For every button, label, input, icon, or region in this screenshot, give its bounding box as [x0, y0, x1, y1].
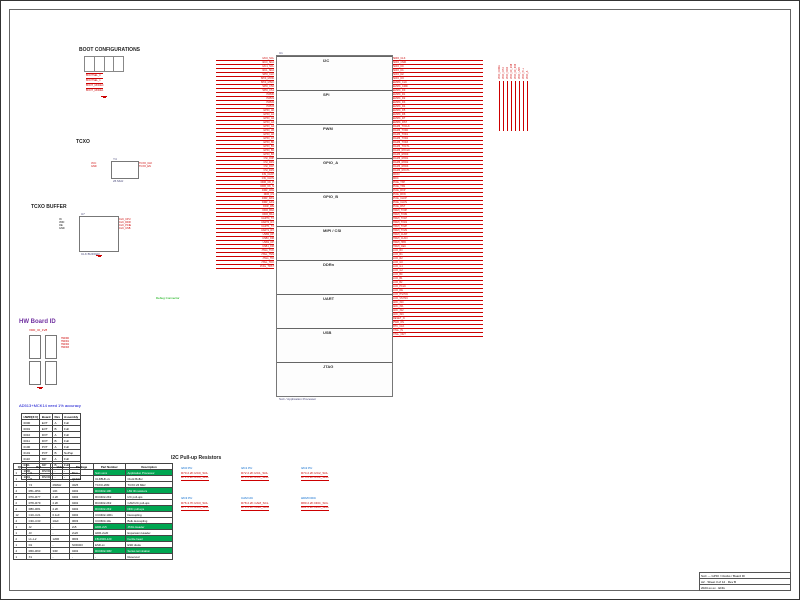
heading-i2c: I2C Pull-up Resistors: [171, 457, 221, 461]
heading-tcxo-buf: TCXO BUFFER: [31, 206, 67, 210]
heading-hwid: HW Board ID: [19, 321, 56, 325]
hwid-r4: [45, 361, 57, 385]
heading-boot: BOOT CONFIGURATIONS: [79, 49, 140, 53]
main-soc-block: U1 SoC / Application Processor I2CSPIPWM…: [276, 55, 393, 397]
ground-icon: [96, 255, 102, 257]
accuracy-note: AD513+MCK14 need 1% accuracy: [19, 404, 81, 408]
heading-tcxo: TCXO: [76, 141, 90, 145]
bom-table: QtyRefValuePackagePart NumberDescription…: [13, 463, 173, 560]
soc-right-nets: SDIO_CLKSDIO_CMDSDIO_D0SDIO_D1SDIO_D2SDI…: [393, 57, 483, 337]
ground-icon: [101, 96, 107, 98]
boot-nets: BOOTSEL_0BOOTSEL_1 BOOT_MODE0BOOT_MODE1: [86, 73, 103, 93]
hwid-nets: HWID0HWID1 HWID2HWID3: [61, 337, 69, 349]
heading-debug: Debug Connector: [156, 297, 180, 301]
soc-left-nets: I2C0_SCLI2C0_SDAI2C1_SCLI2C1_SDASPI0_CLK…: [216, 57, 274, 269]
hwid-r3: [29, 361, 41, 385]
clkbuf-pins-left: INVDD OEGND: [59, 218, 65, 230]
tcxo-block: Y4 26 MHz: [111, 161, 139, 179]
schematic-sheet: BOOT CONFIGURATIONS BOOTSEL_0BOOTSEL_1 B…: [0, 0, 800, 600]
tcxo-pins-right: TCXO_CLKTCXO_EN: [139, 162, 152, 168]
clk-buffer-block: U7 CLK BUFFER: [79, 216, 119, 252]
clkbuf-nets-right: CLK_CPUCLK_DDR CLK_PCIECLK_USB: [119, 218, 131, 230]
hwid-r2: [45, 335, 57, 359]
ground-icon: [37, 387, 43, 389]
hwid-r1: [29, 335, 41, 359]
tcxo-pins-left: VCCGND: [91, 162, 97, 168]
bootsel-resistor-pack: [84, 56, 124, 72]
title-block: SoC — GPIO / Clocks / Board ID A2 · Shee…: [699, 572, 791, 591]
hwid-supply: VDD_IO_1V8: [29, 329, 47, 333]
